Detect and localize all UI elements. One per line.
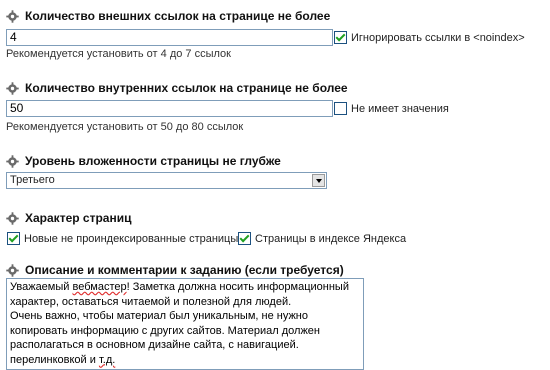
gear-icon: [6, 9, 19, 23]
gear-icon: [6, 154, 19, 168]
checkbox-label: Страницы в индексе Яндекса: [255, 232, 407, 245]
section-title: Количество внешних ссылок на странице не…: [25, 9, 331, 23]
checkbox-label: Игнорировать ссылки в <noindex>: [351, 31, 525, 44]
description-textarea[interactable]: Уважаемый вебмастер! Заметка должна носи…: [6, 278, 364, 370]
checkbox-label: Новые не проиндексированные страницы: [24, 232, 239, 245]
external-links-section: Количество внешних ссылок на странице не…: [6, 8, 546, 24]
hint-text: Рекомендуется установить от 4 до 7 ссыло…: [6, 48, 231, 60]
checkbox-box[interactable]: [238, 232, 251, 246]
gear-icon: [6, 81, 19, 95]
misspelled-word: т.д.: [98, 353, 116, 366]
checkbox-box[interactable]: [334, 31, 347, 45]
hint-text: Рекомендуется установить от 50 до 80 ссы…: [6, 121, 244, 133]
textarea-line: перелинковкой и т.д.: [10, 353, 116, 366]
nesting-section: Уровень вложенности страницы не глубже: [6, 153, 546, 169]
pages-section: Характер страниц: [6, 210, 546, 226]
indexed-pages-checkbox[interactable]: Страницы в индексе Яндекса: [238, 231, 407, 246]
nesting-select[interactable]: Третьего: [6, 172, 327, 189]
textarea-line: копировать информацию с других сайтов. М…: [10, 324, 320, 337]
description-section: Описание и комментарии к заданию (если т…: [6, 262, 546, 278]
section-title: Характер страниц: [25, 211, 132, 225]
section-title: Описание и комментарии к заданию (если т…: [25, 263, 344, 277]
internal-links-input[interactable]: 50: [6, 100, 333, 117]
gear-icon: [6, 263, 19, 277]
misspelled-word: вебмастер: [72, 281, 127, 293]
textarea-line: располагаться в основном дизайне сайта, …: [10, 339, 299, 351]
chevron-down-icon[interactable]: [312, 174, 325, 187]
external-links-input[interactable]: 4: [6, 29, 333, 46]
section-title: Уровень вложенности страницы не глубже: [25, 154, 281, 168]
ignore-noindex-checkbox[interactable]: Игнорировать ссылки в <noindex>: [334, 30, 525, 45]
textarea-line: Очень важно, чтобы материал был уникальн…: [10, 310, 308, 322]
select-value: Третьего: [10, 174, 55, 186]
textarea-line: характер, оставаться читаемой и полезной…: [10, 295, 292, 308]
no-matter-checkbox[interactable]: Не имеет значения: [334, 101, 449, 116]
section-title: Количество внутренних ссылок на странице…: [25, 81, 348, 95]
new-pages-checkbox[interactable]: Новые не проиндексированные страницы: [7, 231, 239, 246]
checkbox-box[interactable]: [7, 232, 20, 246]
checkbox-box[interactable]: [334, 102, 347, 116]
internal-links-section: Количество внутренних ссылок на странице…: [6, 80, 546, 96]
checkbox-label: Не имеет значения: [351, 102, 449, 115]
textarea-line: Уважаемый вебмастер! Заметка должна носи…: [10, 281, 349, 293]
gear-icon: [6, 211, 19, 225]
